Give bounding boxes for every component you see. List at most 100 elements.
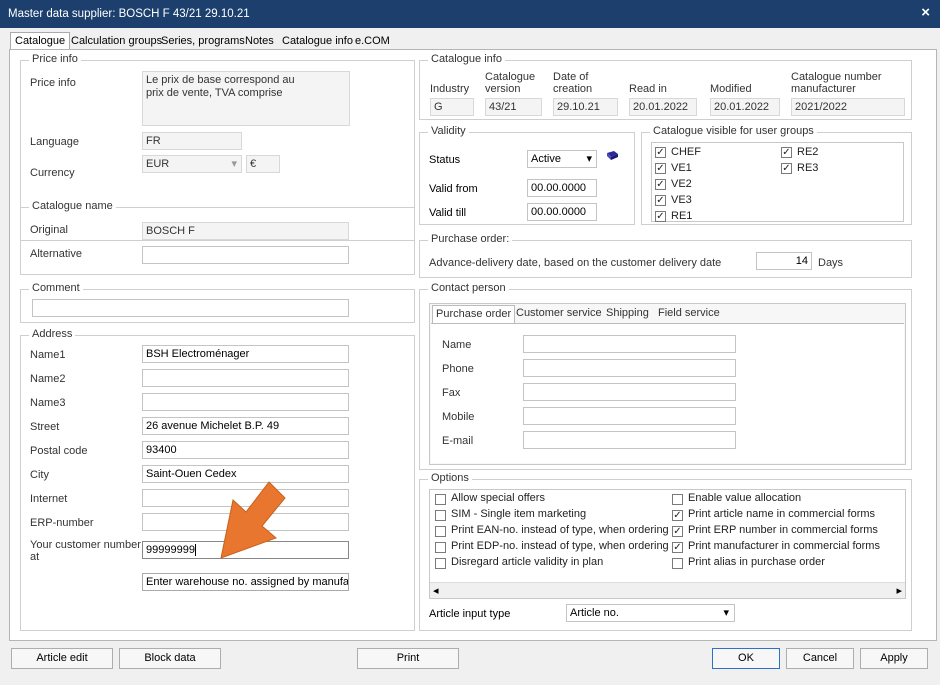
valid-from-input[interactable]: 00.00.0000 [527,179,597,197]
contact-person-group: Contact person Purchase order Customer s… [419,282,912,470]
checkbox-chef[interactable]: ✓ [655,147,666,158]
status-value: Active [531,153,561,165]
scroll-right-icon[interactable]: ▸ [896,584,902,597]
tab-catalogue-info[interactable]: Catalogue info [278,33,357,50]
version-label-line1: Catalogue [485,71,536,83]
advance-days-input[interactable]: 14 [756,252,812,270]
contact-tab-customer-service[interactable]: Customer service [513,305,605,323]
contact-tab-field-service[interactable]: Field service [655,305,723,323]
checkbox-print-erp-number[interactable]: ✓ [672,526,683,537]
article-input-type-select[interactable]: Article no. ▾ [566,604,735,622]
status-select[interactable]: Active ▾ [527,150,597,168]
valid-till-label: Valid till [429,207,467,219]
contact-name-input[interactable] [523,335,736,353]
checkbox-print-edp[interactable] [435,542,446,553]
erp-number-label: ERP-number [30,517,94,529]
option-label: Enable value allocation [688,492,802,504]
block-data-button[interactable]: Block data [119,648,221,669]
tab-notes[interactable]: Notes [241,33,278,50]
contact-phone-input[interactable] [523,359,736,377]
tab-ecom[interactable]: e.COM [351,33,394,50]
option-label: Allow special offers [451,492,545,504]
tab-catalogue[interactable]: Catalogue [10,32,71,50]
alternative-input[interactable] [142,246,349,264]
checkbox-sim[interactable] [435,510,446,521]
comment-input[interactable] [32,299,349,317]
checkbox-ve1[interactable]: ✓ [655,163,666,174]
close-icon[interactable]: × [921,4,930,21]
contact-fax-input[interactable] [523,383,736,401]
original-field: BOSCH F [142,222,349,240]
chevron-down-icon: ▾ [586,153,592,165]
mfr-number-label-line2: manufacturer [791,83,856,95]
price-info-title: Price info [29,53,81,65]
name1-input[interactable]: BSH Electroménager [142,345,349,363]
postal-code-input[interactable]: 93400 [142,441,349,459]
contact-mobile-input[interactable] [523,407,736,425]
option-label: Print article name in commercial forms [688,508,876,520]
checkbox-print-manufacturer[interactable]: ✓ [672,542,683,553]
ok-button[interactable]: OK [712,648,780,669]
contact-tab-shipping[interactable]: Shipping [603,305,652,323]
contact-tab-purchase-order[interactable]: Purchase order [432,305,516,324]
user-group-label: CHEF [671,146,701,158]
book-pen-icon[interactable] [606,150,619,162]
valid-till-input[interactable]: 00.00.0000 [527,203,597,221]
name2-label: Name2 [30,373,66,385]
warehouse-input[interactable]: Enter warehouse no. assigned by manufact… [142,573,349,591]
advance-delivery-label: Advance-delivery date, based on the cust… [429,257,722,269]
options-title: Options [428,472,472,484]
name2-input[interactable] [142,369,349,387]
apply-button[interactable]: Apply [860,648,928,669]
scroll-left-icon[interactable]: ◂ [433,584,439,597]
customer-number-value: 99999999 [146,544,195,556]
catalogue-panel: Price info Price info Le prix de base co… [9,49,937,641]
currency-value: EUR [146,158,170,170]
industry-field: G [430,98,474,116]
checkbox-print-article-name[interactable]: ✓ [672,510,683,521]
currency-symbol: € [246,155,280,173]
options-group: Options Allow special offers SIM - Singl… [419,472,912,631]
user-groups-list: ✓ CHEF ✓ VE1 ✓ VE2 ✓ VE3 ✓ RE1 ✓ RE2 ✓ R… [651,142,904,222]
user-groups-group: Catalogue visible for user groups ✓ CHEF… [641,125,912,225]
validity-group: Validity Status Active ▾ Valid from 00.0… [419,125,635,225]
name3-input[interactable] [142,393,349,411]
checkbox-ve2[interactable]: ✓ [655,179,666,190]
user-group-label: VE2 [671,178,692,190]
checkbox-print-alias[interactable] [672,558,683,569]
currency-select[interactable]: EUR ▾ [142,155,242,173]
language-label: Language [30,136,79,148]
catalogue-name-group: Catalogue name Original BOSCH F Alternat… [20,200,415,275]
checkbox-re1[interactable]: ✓ [655,211,666,222]
tab-calculation-groups[interactable]: Calculation groups [67,33,166,50]
checkbox-print-ean[interactable] [435,526,446,537]
checkbox-enable-value-allocation[interactable] [672,494,683,505]
tab-series-programs[interactable]: Series, programs [157,33,249,50]
contact-mobile-label: Mobile [442,411,475,423]
options-scrollbar[interactable]: ◂ ▸ [430,582,905,598]
checkbox-allow-special-offers[interactable] [435,494,446,505]
title-bar: Master data supplier: BOSCH F 43/21 29.1… [0,0,940,28]
catalogue-info-title: Catalogue info [428,53,505,65]
checkbox-ve3[interactable]: ✓ [655,195,666,206]
mfr-number-label-line1: Catalogue number [791,71,882,83]
name1-label: Name1 [30,349,66,361]
checkbox-re2[interactable]: ✓ [781,147,792,158]
checkbox-disregard-validity[interactable] [435,558,446,569]
print-button[interactable]: Print [357,648,459,669]
customer-number-label-line1: Your customer number [30,539,141,551]
street-input[interactable]: 26 avenue Michelet B.P. 49 [142,417,349,435]
user-group-label: RE1 [671,210,693,222]
address-title: Address [29,328,76,340]
checkbox-re3[interactable]: ✓ [781,163,792,174]
mfr-number-field: 2021/2022 [791,98,905,116]
cancel-button[interactable]: Cancel [786,648,854,669]
catalogue-info-group: Catalogue info Industry G Catalogue vers… [419,53,912,120]
original-label: Original [30,224,68,236]
contact-email-label: E-mail [442,435,474,447]
status-label: Status [429,154,461,166]
contact-email-input[interactable] [523,431,736,449]
user-group-label: VE3 [671,194,692,206]
chevron-down-icon: ▾ [723,607,729,619]
article-edit-button[interactable]: Article edit [11,648,113,669]
